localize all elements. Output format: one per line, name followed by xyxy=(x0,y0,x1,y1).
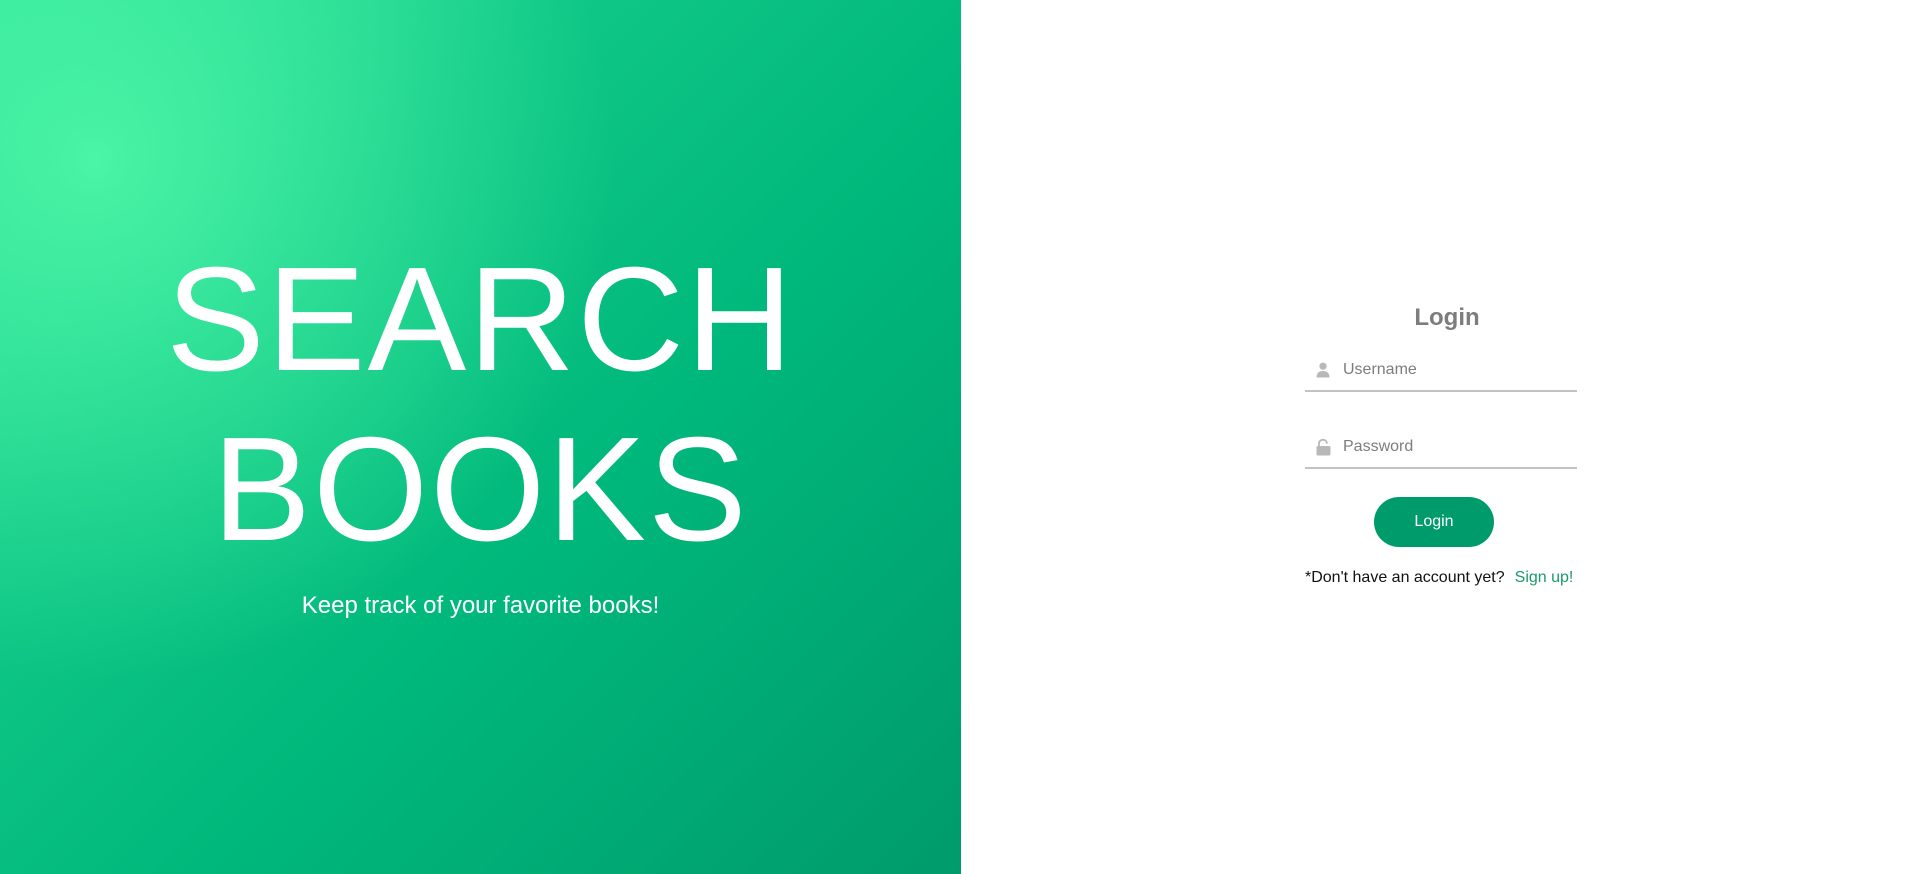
login-heading: Login xyxy=(1414,304,1480,331)
user-icon xyxy=(1309,358,1337,382)
login-button[interactable]: Login xyxy=(1374,497,1494,547)
username-input[interactable] xyxy=(1343,355,1573,385)
signup-link[interactable]: Sign up! xyxy=(1515,569,1574,586)
login-form: Login Login xyxy=(1305,300,1577,587)
lock-icon xyxy=(1309,435,1337,459)
hero-title-line2: BOOKS xyxy=(212,407,749,572)
signup-row: *Don't have an account yet? Sign up! xyxy=(1305,569,1577,587)
login-panel: Login Login xyxy=(961,0,1916,874)
hero-title-line1: SEARCH xyxy=(166,237,795,402)
hero-panel: SEARCH BOOKS Keep track of your favorite… xyxy=(0,0,961,874)
hero-subtitle: Keep track of your favorite books! xyxy=(301,592,660,619)
username-field[interactable] xyxy=(1305,350,1577,392)
login-page: SEARCH BOOKS Keep track of your favorite… xyxy=(0,0,1916,874)
password-input[interactable] xyxy=(1343,432,1573,462)
signup-prompt: *Don't have an account yet? xyxy=(1305,569,1505,586)
password-field[interactable] xyxy=(1305,427,1577,469)
